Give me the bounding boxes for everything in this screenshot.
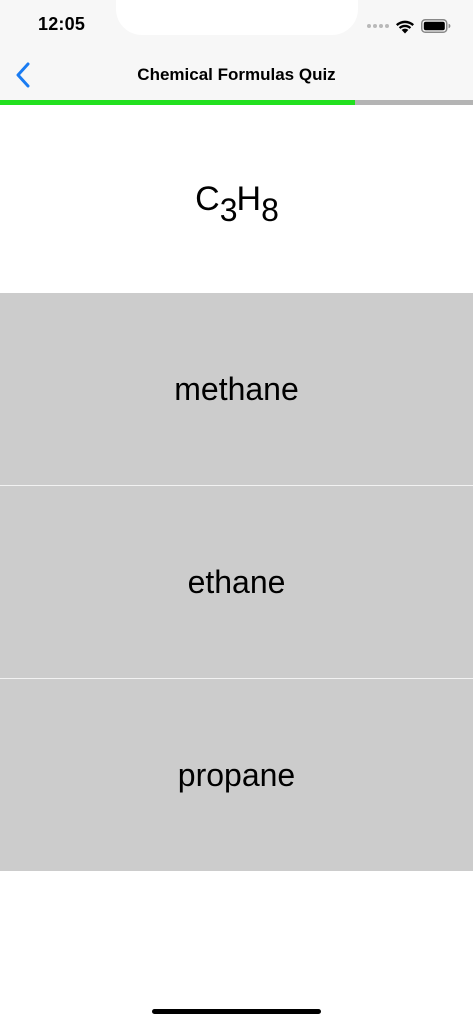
formula-subscript-8: 8	[261, 191, 279, 228]
formula-element-h: H	[236, 179, 262, 218]
navigation-bar: Chemical Formulas Quiz	[0, 50, 473, 101]
question-area: C 3 H 8	[0, 105, 473, 293]
answer-list: methane ethane propane	[0, 293, 473, 871]
formula-subscript-3: 3	[219, 191, 238, 228]
answer-button-ethane[interactable]: ethane	[0, 486, 473, 678]
device-notch	[116, 0, 358, 35]
quiz-screen: 12:05 Chemical Formulas Quiz C 3 H 8 met…	[0, 0, 473, 1024]
status-time: 12:05	[38, 14, 86, 34]
page-title: Chemical Formulas Quiz	[137, 65, 336, 84]
status-bar: 12:05	[0, 0, 473, 50]
battery-icon	[421, 19, 451, 33]
home-indicator[interactable]	[152, 1009, 321, 1014]
formula-element-c: C	[195, 179, 220, 218]
answer-button-methane[interactable]: methane	[0, 293, 473, 485]
wifi-icon	[396, 20, 414, 33]
cellular-dots-icon	[367, 24, 389, 28]
status-icons	[367, 16, 451, 36]
chemical-formula: C 3 H 8	[195, 179, 279, 228]
top-bars: 12:05 Chemical Formulas Quiz	[0, 0, 473, 101]
answer-button-propane[interactable]: propane	[0, 679, 473, 871]
